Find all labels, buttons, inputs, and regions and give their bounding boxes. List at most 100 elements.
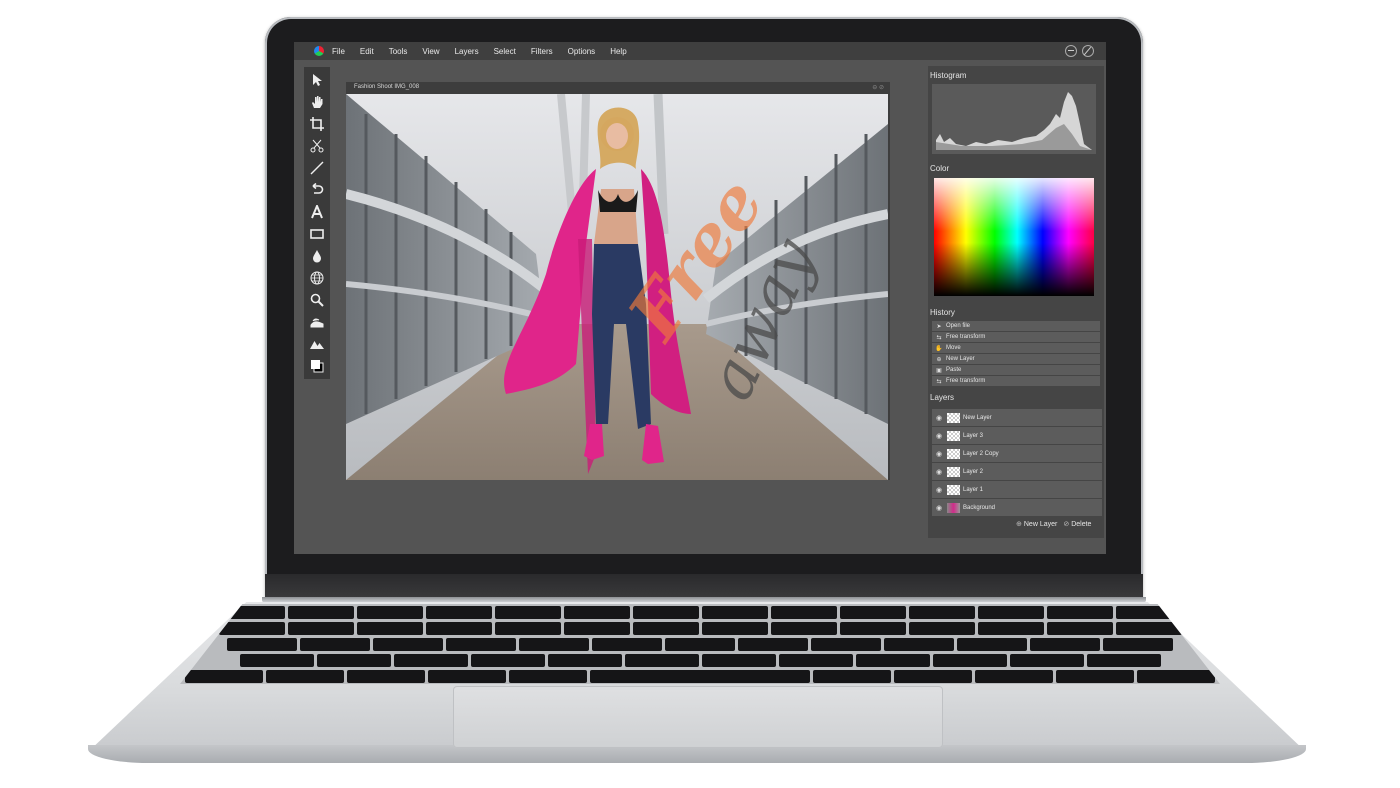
keyboard-key [1030, 638, 1100, 651]
layer-row[interactable]: ◉ Layer 2 Copy [932, 445, 1102, 462]
keyboard-key [1009, 654, 1084, 667]
keyboard-key [547, 654, 622, 667]
trackpad [453, 686, 943, 748]
keyboard-row [180, 622, 1220, 637]
keyboard-key [738, 638, 808, 651]
eye-icon[interactable]: ◉ [936, 414, 944, 422]
histogram-graph [932, 84, 1096, 154]
mountains-icon[interactable] [308, 335, 326, 353]
history-item[interactable]: ✋ Move [932, 343, 1100, 354]
keyboard-key [519, 638, 589, 651]
keyboard-key [227, 638, 297, 651]
history-item[interactable]: ⇆ Free transform [932, 332, 1100, 343]
transform-icon: ⇆ [936, 334, 942, 341]
keyboard-key [701, 606, 768, 619]
keyboard-key [1046, 606, 1113, 619]
drop-icon[interactable] [308, 247, 326, 265]
close-button[interactable] [1082, 45, 1094, 57]
keyboard-row [180, 670, 1220, 684]
delete-layer-button[interactable]: ⊘ Delete [1063, 520, 1091, 528]
line-icon[interactable] [308, 159, 326, 177]
minimize-button[interactable] [1065, 45, 1077, 57]
eye-icon[interactable]: ◉ [936, 450, 944, 458]
keyboard-key [1115, 622, 1182, 635]
globe-icon[interactable] [308, 269, 326, 287]
keyboard-key [701, 622, 768, 635]
undo-icon[interactable] [308, 181, 326, 199]
menubar: File Edit Tools View Layers Select Filte… [294, 42, 1106, 60]
smudge-icon[interactable] [308, 313, 326, 331]
layer-actions: ⊕ New Layer ⊘ Delete [1016, 520, 1091, 528]
document-window-controls[interactable]: ⊖ ⊘ [872, 84, 884, 94]
layer-row[interactable]: ◉ Layer 1 [932, 481, 1102, 498]
menu-view[interactable]: View [422, 47, 439, 56]
keyboard-key [185, 670, 263, 683]
keyboard-key [218, 622, 285, 635]
color-title: Color [930, 164, 950, 173]
history-item-label: Move [946, 345, 961, 351]
color-picker[interactable] [934, 178, 1094, 296]
layers-title: Layers [930, 393, 955, 402]
keyboard-key [563, 622, 630, 635]
menu-filters[interactable]: Filters [531, 47, 553, 56]
pointer-icon: ➤ [936, 323, 942, 330]
history-item[interactable]: ⊕ New Layer [932, 354, 1100, 365]
keyboard-key [665, 638, 735, 651]
keyboard-key [356, 606, 423, 619]
keyboard-key [957, 638, 1027, 651]
scissors-icon[interactable] [308, 137, 326, 155]
layer-row[interactable]: ◉ New Layer [932, 409, 1102, 426]
keyboard-key [908, 622, 975, 635]
history-item[interactable]: ➤ Open file [932, 321, 1100, 332]
menu-options[interactable]: Options [568, 47, 596, 56]
layer-thumbnail [947, 430, 960, 441]
menu-layers[interactable]: Layers [455, 47, 479, 56]
layer-thumbnail [947, 466, 960, 477]
keyboard-key [855, 654, 930, 667]
keyboard-key [1086, 654, 1161, 667]
hand-icon[interactable] [308, 93, 326, 111]
crop-icon[interactable] [308, 115, 326, 133]
eye-icon[interactable]: ◉ [936, 432, 944, 440]
keyboard-row [180, 654, 1220, 669]
keyboard-key [373, 638, 443, 651]
window-controls [1065, 45, 1094, 57]
keyboard-key [428, 670, 506, 683]
menu-edit[interactable]: Edit [360, 47, 374, 56]
keyboard-key [592, 638, 662, 651]
keyboard-key [218, 606, 285, 619]
keyboard-key [266, 670, 344, 683]
layer-row[interactable]: ◉ Layer 3 [932, 427, 1102, 444]
pointer-icon[interactable] [308, 71, 326, 89]
menu-tools[interactable]: Tools [389, 47, 408, 56]
photo-fashion-model: Free away [346, 94, 888, 480]
text-icon[interactable] [308, 203, 326, 221]
layer-row[interactable]: ◉ Layer 2 [932, 463, 1102, 480]
swatches-icon[interactable] [308, 357, 326, 375]
menu-file[interactable]: File [332, 47, 345, 56]
delete-label: Delete [1071, 521, 1092, 528]
keyboard-key [494, 622, 561, 635]
rectangle-icon[interactable] [308, 225, 326, 243]
keyboard-key [509, 670, 587, 683]
eye-icon[interactable]: ◉ [936, 504, 944, 512]
eye-icon[interactable]: ◉ [936, 468, 944, 476]
keyboard-key [977, 606, 1044, 619]
paste-icon: ▣ [936, 367, 942, 374]
history-title: History [930, 308, 955, 317]
keyboard-key [839, 606, 906, 619]
new-layer-button[interactable]: ⊕ New Layer [1016, 520, 1057, 528]
history-item[interactable]: ▣ Paste [932, 365, 1100, 376]
menu-help[interactable]: Help [610, 47, 626, 56]
zoom-icon[interactable] [308, 291, 326, 309]
keyboard-key [470, 654, 545, 667]
keyboard-key [446, 638, 516, 651]
menu-select[interactable]: Select [494, 47, 516, 56]
history-item[interactable]: ⇆ Free transform [932, 376, 1100, 387]
keyboard-key [701, 654, 776, 667]
image-canvas[interactable]: Free away [346, 94, 888, 480]
layer-row[interactable]: ◉ Background [932, 499, 1102, 516]
eye-icon[interactable]: ◉ [936, 486, 944, 494]
document-titlebar: Fashion Shoot IMG_008 ⊖ ⊘ [346, 82, 890, 94]
new-layer-icon: ⊕ [936, 356, 942, 363]
